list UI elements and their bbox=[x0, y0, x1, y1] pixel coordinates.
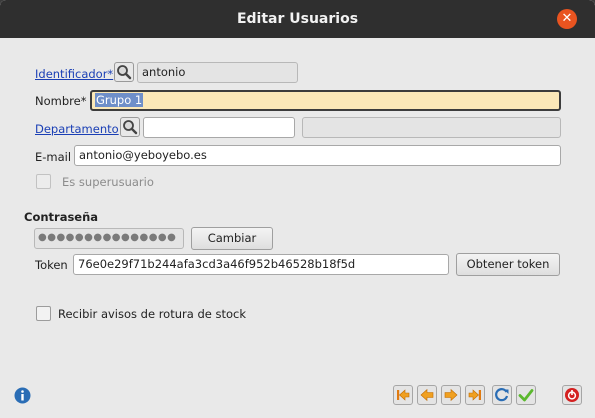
first-record-button[interactable] bbox=[393, 385, 413, 405]
search-icon bbox=[117, 65, 132, 80]
refresh-icon bbox=[495, 388, 509, 402]
next-record-button[interactable] bbox=[441, 385, 461, 405]
edit-users-window: Editar Usuarios ✕ Identificador* antonio… bbox=[0, 0, 595, 418]
refresh-button[interactable] bbox=[492, 385, 512, 405]
token-field[interactable]: 76e0e29f71b244afa3cd3a46f952b46528b18f5d bbox=[73, 254, 449, 275]
nombre-label: Nombre* bbox=[35, 94, 87, 108]
previous-record-button[interactable] bbox=[417, 385, 437, 405]
last-record-icon bbox=[468, 389, 481, 401]
departamento-description-field bbox=[302, 117, 561, 138]
close-form-button[interactable] bbox=[562, 385, 582, 405]
stock-alert-checkbox[interactable] bbox=[36, 306, 51, 321]
search-icon bbox=[123, 120, 138, 135]
email-label: E-mail bbox=[35, 150, 72, 164]
first-record-icon bbox=[397, 389, 410, 401]
identificador-field[interactable]: antonio bbox=[137, 62, 298, 83]
accept-icon bbox=[518, 389, 534, 402]
previous-record-icon bbox=[420, 388, 434, 402]
close-icon: ✕ bbox=[561, 11, 573, 26]
last-record-button[interactable] bbox=[465, 385, 485, 405]
departamento-search-button[interactable] bbox=[120, 117, 140, 137]
password-masked-value: ●●●●●●●●●●●●●●● bbox=[38, 232, 177, 243]
next-record-icon bbox=[444, 388, 458, 402]
superusuario-label: Es superusuario bbox=[62, 175, 154, 189]
close-form-icon bbox=[565, 388, 579, 402]
superusuario-checkbox[interactable] bbox=[36, 174, 51, 189]
info-icon bbox=[14, 387, 31, 404]
password-section-title: Contraseña bbox=[24, 210, 99, 224]
identificador-search-button[interactable] bbox=[114, 62, 134, 82]
info-button[interactable] bbox=[14, 387, 31, 404]
window-close-button[interactable]: ✕ bbox=[557, 9, 577, 29]
nombre-field[interactable]: Grupo 1 bbox=[90, 90, 561, 111]
get-token-button[interactable]: Obtener token bbox=[456, 253, 560, 276]
stock-alert-label: Recibir avisos de rotura de stock bbox=[58, 307, 246, 321]
accept-button[interactable] bbox=[516, 385, 536, 405]
token-label: Token bbox=[35, 258, 68, 272]
nombre-selected-text: Grupo 1 bbox=[95, 93, 144, 107]
email-field[interactable]: antonio@yeboyebo.es bbox=[74, 145, 561, 166]
departamento-link[interactable]: Departamento bbox=[35, 122, 119, 136]
change-password-button[interactable]: Cambiar bbox=[191, 227, 273, 250]
title-bar: Editar Usuarios ✕ bbox=[0, 0, 595, 38]
departamento-code-field[interactable] bbox=[143, 117, 295, 138]
identificador-link[interactable]: Identificador* bbox=[35, 67, 113, 81]
window-title: Editar Usuarios bbox=[236, 11, 359, 27]
